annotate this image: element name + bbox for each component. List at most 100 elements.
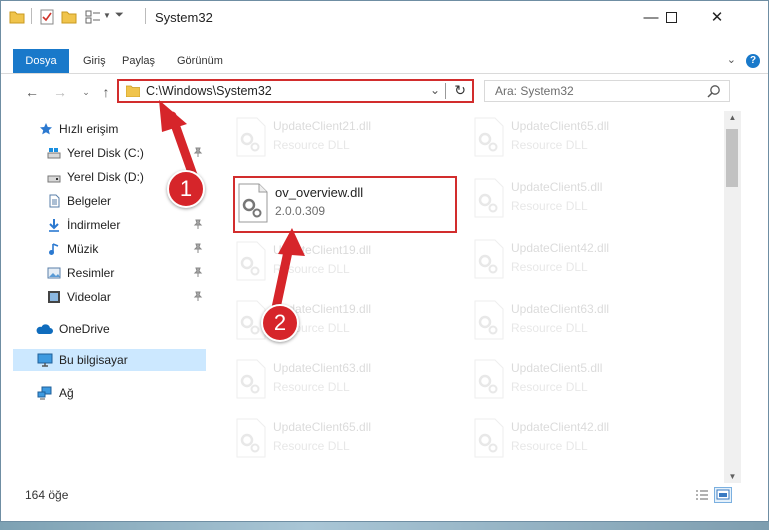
nav-item-label: Müzik: [67, 242, 99, 256]
scroll-up-icon[interactable]: ▲: [724, 113, 741, 122]
file-name: UpdateClient5.dll: [511, 180, 603, 194]
file-name: UpdateClient21.dll: [273, 119, 372, 133]
nav-item-pictures[interactable]: Resimler: [13, 262, 206, 284]
tab-view[interactable]: Görünüm: [177, 49, 223, 73]
recent-locations-icon[interactable]: ⌄: [77, 83, 95, 101]
nav-item-label: Hızlı erişim: [59, 122, 119, 136]
maximize-icon: [665, 11, 677, 23]
details-view-button[interactable]: [693, 487, 711, 503]
nav-item-this-pc[interactable]: Bu bilgisayar: [13, 349, 206, 371]
nav-item-label: Yerel Disk (D:): [67, 170, 144, 184]
address-path[interactable]: C:\Windows\System32: [146, 84, 272, 98]
nav-item-label: Resimler: [67, 266, 115, 280]
cloud-icon: [36, 324, 53, 334]
file-item[interactable]: UpdateClient19.dll Resource DLL: [233, 235, 463, 291]
title-bar: ▼ ⏷ System32 — ✕: [1, 1, 768, 33]
pictures-icon: [47, 267, 61, 279]
file-description: Resource DLL: [511, 321, 588, 335]
up-arrow-icon[interactable]: ↑: [97, 83, 115, 101]
search-box[interactable]: [484, 80, 730, 102]
view-options-icon[interactable]: [85, 9, 101, 25]
toolbar-divider: [145, 8, 146, 24]
nav-item-label: Ağ: [59, 386, 74, 400]
file-item[interactable]: UpdateClient42.dll Resource DLL: [471, 233, 701, 289]
nav-item-label: Yerel Disk (C:): [67, 146, 144, 160]
pin-icon[interactable]: [193, 267, 203, 277]
computer-icon: [37, 353, 53, 367]
file-item[interactable]: UpdateClient5.dll Resource DLL: [471, 172, 701, 228]
file-item[interactable]: UpdateClient65.dll Resource DLL: [471, 111, 701, 167]
nav-item-label: İndirmeler: [67, 218, 121, 232]
file-name: UpdateClient63.dll: [273, 361, 372, 375]
tab-share[interactable]: Paylaş: [122, 49, 155, 73]
navigation-pane: Hızlı erişim Yerel Disk (C:) Yerel Disk …: [13, 113, 206, 483]
video-icon: [48, 291, 60, 303]
pin-icon[interactable]: [193, 219, 203, 229]
dll-file-icon: [474, 418, 504, 458]
dll-file-icon: [474, 117, 504, 157]
nav-item-label: Belgeler: [67, 194, 112, 208]
new-folder-icon[interactable]: [61, 9, 77, 25]
nav-item-network[interactable]: Ağ: [13, 382, 206, 404]
file-item[interactable]: UpdateClient5.dll Resource DLL: [471, 353, 701, 409]
help-button[interactable]: ?: [746, 54, 760, 68]
file-description: Resource DLL: [511, 199, 588, 213]
dll-file-icon: [474, 300, 504, 340]
desktop-background: [0, 522, 769, 530]
file-item[interactable]: UpdateClient65.dll Resource DLL: [233, 412, 463, 468]
folder-icon: [126, 85, 140, 97]
file-name: UpdateClient42.dll: [511, 241, 610, 255]
maximize-button[interactable]: [648, 1, 694, 33]
nav-item-drive-c[interactable]: Yerel Disk (C:): [13, 142, 206, 164]
nav-item-music[interactable]: Müzik: [13, 238, 206, 260]
nav-item-onedrive[interactable]: OneDrive: [13, 318, 206, 340]
refresh-icon[interactable]: ↻: [454, 82, 466, 99]
dll-file-icon: [474, 359, 504, 399]
dll-file-icon: [474, 239, 504, 279]
search-input[interactable]: [493, 83, 702, 99]
item-count: 164 öğe: [25, 488, 69, 502]
star-icon: [40, 123, 52, 135]
address-bar[interactable]: C:\Windows\System32 ⌄ ↻: [117, 79, 474, 103]
step-badge-1: 1: [167, 170, 205, 208]
address-dropdown-icon[interactable]: ⌄: [430, 83, 440, 97]
window-title: System32: [155, 10, 213, 25]
file-description: Resource DLL: [273, 380, 350, 394]
file-item[interactable]: UpdateClient63.dll Resource DLL: [471, 294, 701, 350]
vertical-scrollbar[interactable]: ▲ ▼: [724, 111, 741, 483]
file-name: UpdateClient5.dll: [511, 361, 603, 375]
nav-item-downloads[interactable]: İndirmeler: [13, 214, 206, 236]
nav-item-label: Bu bilgisayar: [59, 353, 128, 367]
folder-icon[interactable]: [9, 9, 25, 25]
pin-icon[interactable]: [193, 243, 203, 253]
customize-toolbar-icon[interactable]: ⏷: [115, 9, 124, 25]
file-name: UpdateClient19.dll: [273, 243, 372, 257]
search-icon[interactable]: [707, 84, 721, 98]
tab-home[interactable]: Giriş: [83, 49, 106, 73]
tiles-view-icon: [716, 489, 730, 500]
close-button[interactable]: ✕: [694, 1, 740, 33]
properties-icon[interactable]: [39, 9, 55, 25]
chevron-down-icon[interactable]: ▼: [103, 11, 111, 27]
pin-icon[interactable]: [193, 147, 203, 157]
nav-item-videos[interactable]: Videolar: [13, 286, 206, 308]
file-item[interactable]: UpdateClient21.dll Resource DLL: [233, 111, 463, 167]
ribbon-tabs: Dosya Giriş Paylaş Görünüm ⌄ ?: [1, 49, 768, 74]
scroll-down-icon[interactable]: ▼: [724, 472, 741, 481]
pin-icon[interactable]: [193, 291, 203, 301]
back-arrow-icon[interactable]: ←: [23, 83, 41, 101]
file-description: Resource DLL: [511, 138, 588, 152]
scroll-thumb[interactable]: [726, 129, 738, 187]
file-description: Resource DLL: [273, 439, 350, 453]
nav-item-quick-access[interactable]: Hızlı erişim: [13, 118, 206, 140]
file-item[interactable]: UpdateClient63.dll Resource DLL: [233, 353, 463, 409]
dll-file-icon: [236, 359, 266, 399]
dll-file-icon: [236, 117, 266, 157]
forward-arrow-icon[interactable]: →: [51, 83, 69, 101]
tiles-view-button[interactable]: [714, 487, 732, 503]
network-icon: [37, 386, 52, 400]
file-item[interactable]: UpdateClient42.dll Resource DLL: [471, 412, 701, 468]
file-description: Resource DLL: [511, 260, 588, 274]
expand-ribbon-icon[interactable]: ⌄: [727, 53, 736, 66]
tab-file[interactable]: Dosya: [13, 49, 69, 73]
